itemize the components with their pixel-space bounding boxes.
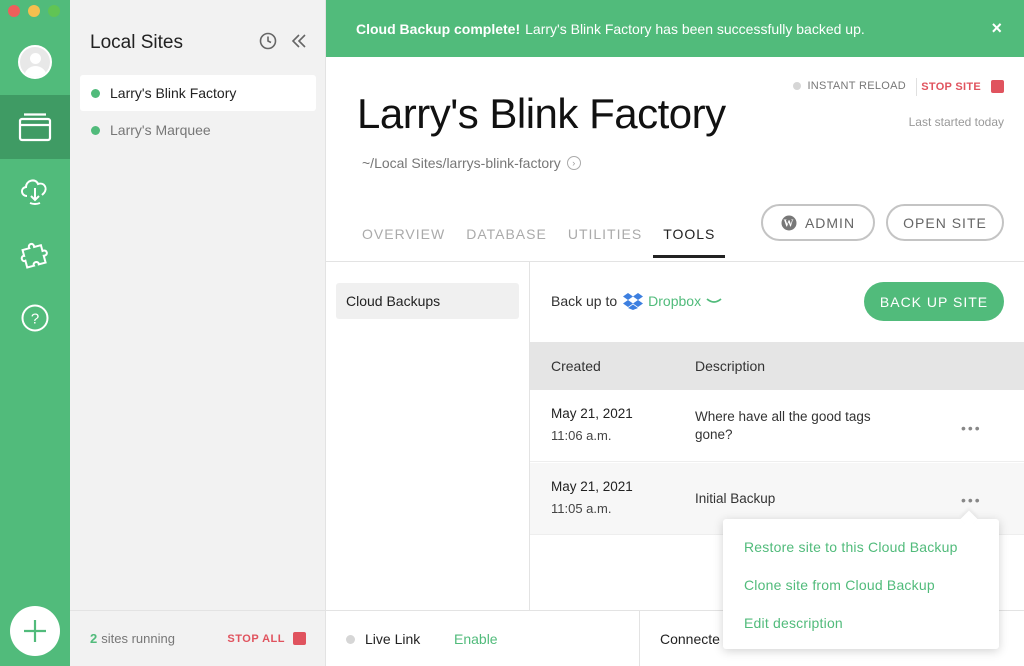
window-controls	[8, 5, 60, 17]
sites-icon	[18, 113, 52, 142]
collapse-panel-icon[interactable]	[291, 33, 307, 49]
tab-tools[interactable]: TOOLS	[653, 210, 726, 258]
tools-sidebar: Cloud Backups	[326, 262, 530, 610]
column-header-description: Description	[695, 358, 766, 374]
zoom-window-button[interactable]	[48, 5, 60, 17]
backup-options-menu: Restore site to this Cloud Backup Clone …	[723, 519, 999, 649]
user-avatar-icon[interactable]	[18, 45, 52, 79]
footer-divider	[639, 611, 640, 666]
plus-icon	[24, 620, 46, 642]
admin-button[interactable]: W ADMIN	[761, 204, 875, 241]
menu-item-clone[interactable]: Clone site from Cloud Backup	[744, 577, 935, 593]
svg-text:W: W	[783, 218, 794, 229]
open-site-button[interactable]: OPEN SITE	[886, 204, 1004, 241]
admin-label: ADMIN	[804, 214, 856, 231]
addons-nav-button[interactable]	[0, 222, 70, 286]
dropbox-icon	[623, 293, 644, 310]
stop-site-label: STOP SITE	[921, 80, 981, 93]
instant-reload-toggle[interactable]: INSTANT RELOAD	[793, 80, 906, 92]
close-icon[interactable]: ×	[991, 18, 1002, 39]
backup-provider-row: Back up to Dropbox	[551, 292, 722, 310]
site-path[interactable]: ~/Local Sites/larrys-blink-factory ›	[362, 155, 581, 171]
stop-square-icon	[293, 632, 306, 645]
stop-site-button[interactable]: STOP SITE	[921, 80, 1004, 93]
site-item-larrys-blink-factory[interactable]: Larry's Blink Factory	[80, 75, 316, 111]
main-panel: Cloud Backup complete! Larry's Blink Fac…	[326, 0, 1024, 666]
status-dot-icon	[346, 634, 355, 644]
instant-reload-label: INSTANT RELOAD	[807, 80, 906, 92]
tab-overview[interactable]: OVERVIEW	[362, 210, 445, 258]
site-running-indicator	[91, 88, 100, 98]
row-date: May 21, 2021	[551, 406, 633, 421]
svg-text:?: ?	[31, 311, 39, 328]
banner-message: Larry's Blink Factory has been successfu…	[525, 20, 865, 37]
site-tabs: OVERVIEW DATABASE UTILITIES TOOLS	[362, 210, 746, 258]
enable-live-link-button[interactable]: Enable	[454, 631, 498, 647]
wordpress-icon: W	[781, 215, 797, 230]
sites-nav-button[interactable]	[0, 95, 70, 159]
backups-table-header: Created Description	[530, 342, 1024, 390]
help-icon: ?	[21, 304, 49, 332]
live-link-label: Live Link	[365, 631, 421, 647]
help-nav-button[interactable]: ?	[0, 286, 70, 350]
site-title: Larry's Blink Factory	[357, 90, 726, 137]
reveal-folder-icon[interactable]: ›	[566, 156, 581, 170]
menu-item-restore[interactable]: Restore site to this Cloud Backup	[744, 539, 958, 555]
status-dot-icon	[793, 82, 802, 90]
stop-all-label: STOP ALL	[227, 632, 285, 645]
stop-square-icon	[991, 80, 1004, 93]
site-item-larrys-marquee[interactable]: Larry's Marquee	[80, 112, 316, 148]
close-window-button[interactable]	[8, 5, 20, 17]
column-header-created: Created	[551, 358, 601, 374]
tab-database[interactable]: DATABASE	[466, 210, 547, 258]
running-count-label: sites running	[101, 631, 175, 646]
site-running-indicator	[91, 125, 100, 135]
tools-item-cloud-backups[interactable]: Cloud Backups	[336, 283, 519, 319]
connection-status: Connecte	[660, 631, 720, 647]
sites-footer: 2 sites running STOP ALL	[70, 610, 326, 666]
table-row: May 21, 2021 11:06 a.m. Where have all t…	[530, 390, 1024, 462]
sites-panel: Local Sites Larry's Blink Factory Larry'…	[70, 0, 326, 666]
row-date: May 21, 2021	[551, 479, 633, 494]
site-item-label: Larry's Marquee	[110, 122, 211, 138]
backup-to-label: Back up to	[551, 293, 618, 309]
tab-utilities[interactable]: UTILITIES	[568, 210, 642, 258]
row-time: 11:05 a.m.	[551, 501, 612, 516]
site-path-text: ~/Local Sites/larrys-blink-factory	[362, 155, 561, 171]
provider-label: Dropbox	[648, 293, 702, 309]
row-description: Initial Backup	[695, 491, 776, 506]
more-options-icon[interactable]: •••	[961, 420, 982, 436]
notification-banner: Cloud Backup complete! Larry's Blink Fac…	[326, 0, 1024, 57]
puzzle-addons-icon	[20, 242, 48, 269]
header-divider	[916, 78, 917, 96]
more-options-icon[interactable]: •••	[961, 492, 982, 508]
site-item-label: Larry's Blink Factory	[110, 85, 237, 101]
row-description: Where have all the good tags gone?	[695, 409, 871, 442]
stop-all-button[interactable]: STOP ALL	[227, 632, 306, 645]
live-link-status: Live Link	[346, 631, 420, 647]
row-time: 11:06 a.m.	[551, 428, 612, 443]
last-started-text: Last started today	[908, 115, 1004, 129]
chevron-down-icon	[706, 298, 722, 303]
history-icon[interactable]	[259, 32, 277, 50]
add-site-button[interactable]	[10, 606, 60, 656]
provider-select[interactable]: Dropbox	[623, 292, 722, 310]
back-up-site-button[interactable]: BACK UP SITE	[864, 282, 1004, 321]
running-count: 2	[90, 631, 98, 646]
minimize-window-button[interactable]	[28, 5, 40, 17]
sites-panel-title: Local Sites	[90, 32, 183, 53]
app-rail: ?	[0, 0, 70, 666]
open-site-label: OPEN SITE	[903, 214, 987, 231]
cloud-sync-icon	[21, 179, 47, 205]
menu-item-edit-description[interactable]: Edit description	[744, 615, 843, 631]
cloud-nav-button[interactable]	[0, 158, 70, 222]
banner-bold-text: Cloud Backup complete!	[356, 20, 521, 37]
